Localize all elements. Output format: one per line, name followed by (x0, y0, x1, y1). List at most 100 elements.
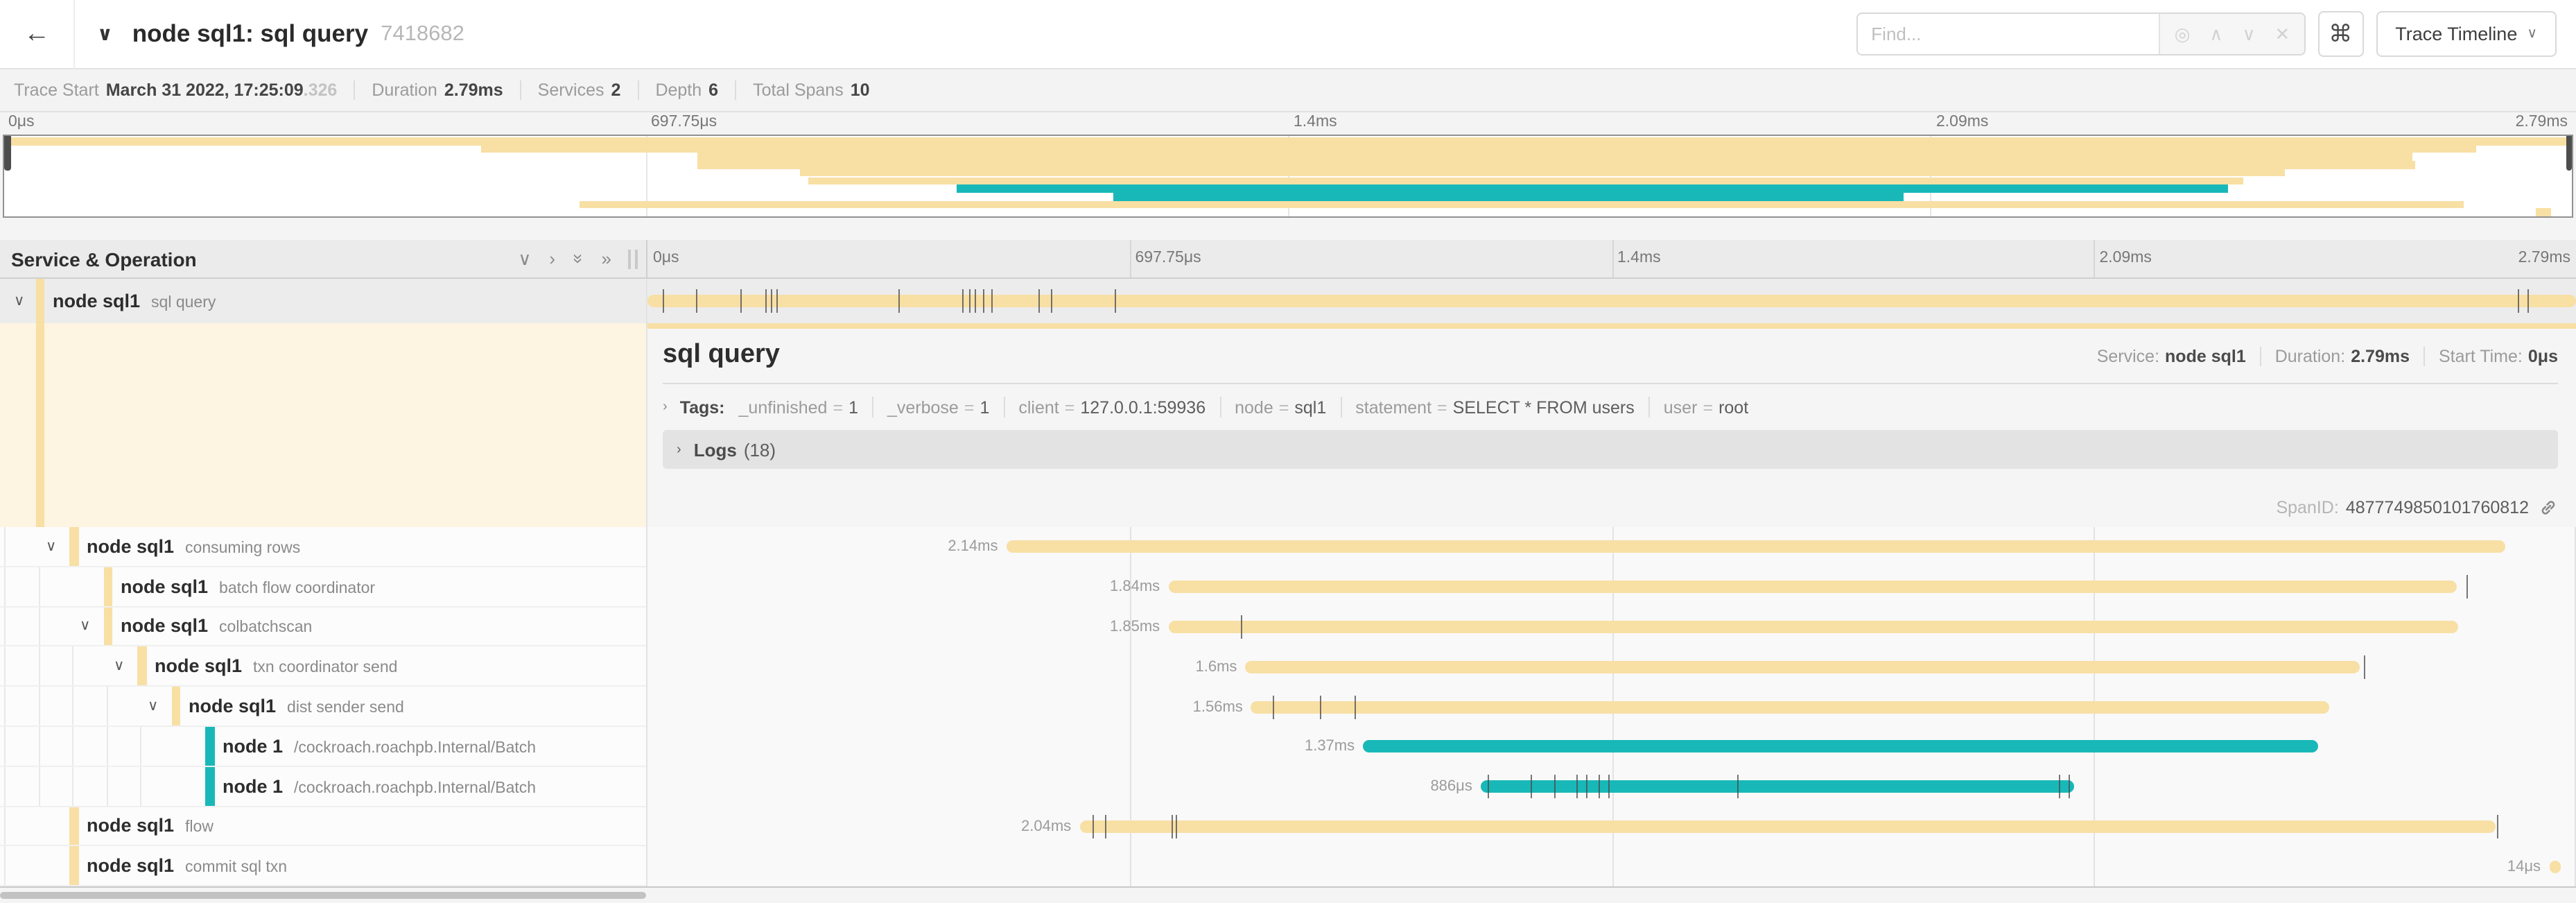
collapse-span-icon[interactable]: ∨ (148, 698, 158, 714)
log-tick[interactable] (1172, 815, 1174, 839)
span-tree-row[interactable]: node sql1flow (0, 807, 646, 847)
span-bar-row[interactable]: 1.85ms (647, 607, 2576, 647)
axis-column-divider (1612, 240, 1613, 277)
span-duration-bar[interactable] (1168, 621, 2458, 633)
log-tick[interactable] (2059, 775, 2060, 798)
expand-tags-icon[interactable]: › (663, 399, 668, 415)
span-bar-row[interactable]: 1.84ms (647, 567, 2576, 608)
span-duration-bar[interactable] (1245, 661, 2360, 673)
minimap-canvas[interactable] (3, 135, 2573, 218)
collapse-span-icon[interactable]: ∨ (14, 293, 24, 309)
log-tick[interactable] (1176, 815, 1177, 839)
log-tick[interactable] (1321, 695, 1322, 719)
keyboard-shortcuts-button[interactable]: ⌘ (2317, 11, 2363, 57)
collapse-one-icon[interactable]: ∨ (518, 250, 531, 268)
span-bar-row[interactable]: 1.56ms (647, 687, 2576, 727)
log-tick[interactable] (1272, 695, 1273, 719)
log-tick[interactable] (1737, 775, 1739, 798)
prev-match-icon[interactable]: ∧ (2209, 25, 2222, 43)
span-tree-row[interactable]: ∨node sql1consuming rows (0, 527, 646, 567)
minimap-right-scrubber[interactable] (2566, 136, 2572, 171)
span-bar-row[interactable]: 1.37ms (647, 727, 2576, 767)
log-tick[interactable] (1050, 289, 1052, 313)
expand-logs-icon[interactable]: › (677, 442, 681, 457)
detail-span-extent-bar (647, 323, 2576, 329)
trace-view-selector[interactable]: Trace Timeline ∨ (2376, 11, 2557, 57)
span-tree-row[interactable]: ∨node sql1colbatchscan (0, 607, 646, 647)
collapse-span-icon[interactable]: ∨ (46, 538, 56, 555)
collapse-all-icon[interactable]: » (569, 254, 587, 264)
log-tick[interactable] (1554, 775, 1556, 798)
log-tick[interactable] (1039, 289, 1041, 313)
detail-divider (663, 383, 2558, 384)
log-tick[interactable] (2466, 575, 2467, 599)
logs-row[interactable]: › Logs (18) (663, 430, 2558, 469)
span-duration-bar[interactable] (1168, 580, 2456, 593)
match-target-icon[interactable]: ◎ (2175, 25, 2191, 43)
span-bar-row[interactable]: 1.6ms (647, 647, 2576, 687)
span-duration-bar[interactable] (1363, 741, 2317, 753)
log-tick[interactable] (2364, 655, 2365, 679)
log-tick[interactable] (696, 289, 697, 313)
log-tick[interactable] (1114, 289, 1115, 313)
span-duration-bar[interactable] (1251, 700, 2329, 713)
log-tick[interactable] (765, 289, 767, 313)
span-duration-bar[interactable] (1079, 820, 2495, 833)
log-tick[interactable] (961, 289, 963, 313)
log-tick[interactable] (2518, 289, 2520, 313)
log-tick[interactable] (898, 289, 900, 313)
collapse-trace-icon[interactable]: ∨ (97, 22, 113, 46)
span-duration-bar[interactable] (2549, 861, 2561, 873)
span-duration-bar[interactable] (1481, 780, 2075, 793)
log-tick[interactable] (776, 289, 778, 313)
log-tick[interactable] (1531, 775, 1532, 798)
span-bar-row[interactable]: 2.14ms (647, 527, 2576, 567)
span-duration-bar[interactable] (1006, 541, 2505, 553)
log-tick[interactable] (1608, 775, 1609, 798)
link-icon[interactable] (2539, 498, 2558, 517)
column-resize-grip[interactable] (628, 249, 638, 268)
tree-horizontal-scrollbar[interactable] (0, 892, 646, 899)
log-tick[interactable] (1488, 775, 1490, 798)
span-bar-row[interactable]: 14μs (647, 847, 2576, 887)
log-tick[interactable] (970, 289, 971, 313)
log-tick[interactable] (771, 289, 772, 313)
log-tick[interactable] (2497, 815, 2498, 839)
span-bar-row-selected[interactable] (647, 279, 2576, 323)
span-bar-row[interactable]: 2.04ms (647, 807, 2576, 847)
back-button[interactable]: ← (0, 0, 75, 69)
span-tree-row[interactable]: node sql1commit sql txn (0, 847, 646, 887)
collapse-span-icon[interactable]: ∨ (114, 658, 124, 675)
span-bar-row[interactable]: 886μs (647, 767, 2576, 807)
log-tick[interactable] (991, 289, 992, 313)
span-tree-row[interactable]: node sql1batch flow coordinator (0, 567, 646, 608)
collapse-span-icon[interactable]: ∨ (80, 618, 90, 635)
log-tick[interactable] (663, 289, 664, 313)
minimap-left-scrubber[interactable] (4, 136, 10, 171)
span-tree-row[interactable]: node 1/cockroach.roachpb.Internal/Batch (0, 767, 646, 807)
log-tick[interactable] (1355, 695, 1357, 719)
log-tick[interactable] (2527, 289, 2529, 313)
log-tick[interactable] (1599, 775, 1600, 798)
expand-all-icon[interactable]: » (602, 250, 611, 268)
log-tick[interactable] (740, 289, 742, 313)
span-tree-row[interactable]: node 1/cockroach.roachpb.Internal/Batch (0, 727, 646, 767)
log-tick[interactable] (1242, 615, 1243, 639)
next-match-icon[interactable]: ∨ (2242, 25, 2255, 43)
log-tick[interactable] (1577, 775, 1578, 798)
span-tree-row[interactable]: ∨node sql1txn coordinator send (0, 647, 646, 687)
log-tick[interactable] (1104, 815, 1106, 839)
log-tick[interactable] (983, 289, 984, 313)
span-row-selected[interactable]: ∨ node sql1sql query (0, 279, 646, 323)
log-tick[interactable] (975, 289, 977, 313)
find-input[interactable] (1857, 14, 2159, 54)
span-duration-bar[interactable] (647, 295, 2576, 307)
log-tick[interactable] (1093, 815, 1095, 839)
span-bar-row[interactable] (647, 279, 2576, 323)
log-tick[interactable] (2069, 775, 2070, 798)
log-tick[interactable] (1587, 775, 1588, 798)
expand-one-icon[interactable]: › (549, 250, 555, 268)
clear-find-icon[interactable]: ✕ (2274, 25, 2290, 43)
tags-row[interactable]: › Tags: _unfinished=1_verbose=1client=12… (663, 397, 2558, 418)
span-tree-row[interactable]: ∨node sql1dist sender send (0, 687, 646, 727)
